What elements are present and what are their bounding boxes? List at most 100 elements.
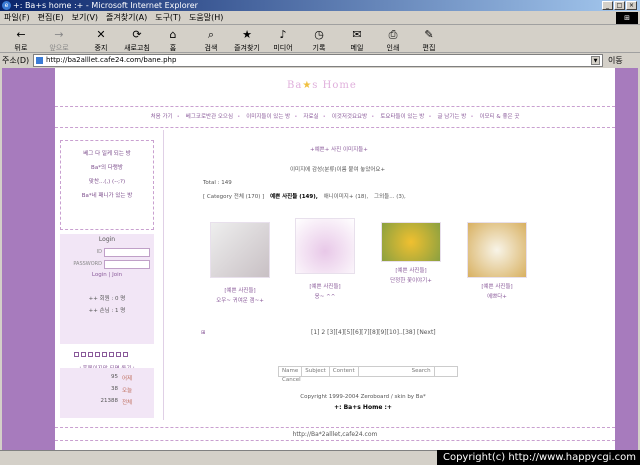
thumb-title[interactable]: 단정한 꽃이야기+ <box>376 276 446 284</box>
search-name-option[interactable]: Name <box>279 367 303 376</box>
address-bar: 주소(D) http://ba2alllet.cafe24.com/bane.p… <box>0 53 640 68</box>
history-button[interactable]: ◷ 기록 <box>302 26 336 53</box>
page-icon <box>36 57 43 64</box>
category-bar: [ Category 전체 (170) ] 예쁜 사진들 (149), 애니이미… <box>203 192 553 201</box>
star-icon: ★ <box>302 80 313 91</box>
thumb-tag[interactable]: [예쁜 사진들] <box>205 286 275 294</box>
category-etc[interactable]: 그외들... (3), <box>374 192 406 200</box>
menu-tools[interactable]: 도구(T) <box>151 11 185 25</box>
menu-view[interactable]: 보기(V) <box>68 11 102 25</box>
count-today: 38 <box>111 386 118 392</box>
pagination[interactable]: [1] 2 [3][4][5][6][7][8][9][10]..[38] [N… <box>311 329 436 336</box>
category-all[interactable]: [ Category 전체 (170) ] <box>203 192 264 200</box>
favorites-button[interactable]: ★ 즐겨찾기 <box>230 26 264 53</box>
media-button[interactable]: ♪ 미디어 <box>266 26 300 53</box>
toolbar: ← 뒤로 → 앞으로 ✕ 중지 ⟳ 새로고침 ⌂ 홈 ⌕ 검색 ★ 즐겨찾기 ♪ 미디어 ◷ 기록… <box>0 26 640 53</box>
category-anime[interactable]: 애니이미지+ (18), <box>324 192 369 200</box>
square-icon[interactable] <box>102 352 107 357</box>
thumb-title[interactable]: 에쁘다+ <box>462 292 532 300</box>
list-icon[interactable]: ⊞ <box>201 330 206 336</box>
side-link[interactable]: Ba*의 다랭방 <box>61 161 153 175</box>
side-link[interactable]: 베그 다 일케 되는 방 <box>61 147 153 161</box>
nav-item[interactable]: 처음 가기 <box>149 107 175 127</box>
thumbnail-image[interactable] <box>295 218 355 274</box>
square-icon[interactable] <box>109 352 114 357</box>
address-input[interactable]: http://ba2alllet.cafe24.com/bane.php ▼ <box>33 54 603 67</box>
stop-button[interactable]: ✕ 중지 <box>84 26 118 53</box>
back-arrow-icon: ← <box>16 28 26 41</box>
board-subtitle: 이미지에 감성(분류)이름 붙여 놓았어요+ <box>290 167 386 173</box>
address-url: http://ba2alllet.cafe24.com/bane.php <box>46 56 177 64</box>
side-menu: 베그 다 일케 되는 방 Ba*의 다랭방 맞찬...(,) (--;?) Ba… <box>60 140 154 230</box>
search-icon: ⌕ <box>207 28 215 41</box>
menu-help[interactable]: 도움말(H) <box>185 11 227 25</box>
menu-file[interactable]: 파일(F) <box>0 11 34 25</box>
nav-item[interactable]: 이모티 & 좋은 곳 <box>477 107 521 127</box>
thumbnail-image[interactable] <box>467 222 527 278</box>
site-nav: 처음 가기 • 베그코로반관 오으심 • 이미지들이 있는 방 • 자료실 • 이것저것… <box>55 106 615 128</box>
watermark: Copyright(c) http://www.happycgi.com <box>436 450 640 465</box>
nav-item[interactable]: 토요타들이 있는 방 <box>378 107 426 127</box>
square-icon[interactable] <box>74 352 79 357</box>
cancel-button[interactable]: Cancel <box>279 376 304 385</box>
print-icon: ⎙ <box>388 28 398 41</box>
nav-item[interactable]: 베그코로반관 오으심 <box>184 107 235 127</box>
home-button[interactable]: ⌂ 홈 <box>156 26 190 53</box>
count-total: 21388 <box>100 398 119 404</box>
edit-button[interactable]: ✎ 편집 <box>412 26 446 53</box>
count-yesterday: 95 <box>111 374 118 380</box>
square-icon[interactable] <box>123 352 128 357</box>
stop-icon: ✕ <box>96 28 106 41</box>
search-content-option[interactable]: Content <box>330 367 359 376</box>
maximize-button[interactable]: □ <box>614 1 625 10</box>
search-button[interactable]: ⌕ 검색 <box>194 26 228 53</box>
side-link[interactable]: 맞찬...(,) (--;?) <box>61 175 153 189</box>
member-count: ++ 회원 : 0 명 <box>88 296 126 302</box>
visitor-counter: 95 어제 38 오늘 21388 전체 <box>60 368 154 418</box>
left-sidebar: 베그 다 일케 되는 방 Ba*의 다랭방 맞찬...(,) (--;?) Ba… <box>60 130 154 418</box>
side-link[interactable]: Ba*네 패니가 있는 방 <box>61 189 153 203</box>
thumb-title[interactable]: 오우~ 귀여운 갬~+ <box>205 296 275 304</box>
thumbnail-image[interactable] <box>381 222 441 262</box>
nav-item[interactable]: 이미지들이 있는 방 <box>244 107 292 127</box>
thumbnail-image[interactable] <box>210 222 270 278</box>
thumb-tag[interactable]: [예쁜 사진들] <box>376 266 446 274</box>
nav-item[interactable]: 이것저것요요방 <box>330 107 369 127</box>
search-button[interactable]: Search <box>409 367 435 376</box>
windows-logo-icon: ⊞ <box>616 12 638 24</box>
go-button[interactable]: 이동 <box>608 55 623 66</box>
thumb-tag[interactable]: [예쁜 사진들] <box>290 282 360 290</box>
browser-viewport: Ba★s Home 처음 가기 • 베그코로반관 오으심 • 이미지들이 있는 방 •… <box>2 68 638 450</box>
nav-item[interactable]: 글 남기는 방 <box>436 107 469 127</box>
square-icon[interactable] <box>88 352 93 357</box>
category-pretty[interactable]: 예쁜 사진들 (149), <box>270 192 318 200</box>
thumb-title[interactable]: 응~ ^^ <box>290 292 360 300</box>
login-join-links[interactable]: Login | Join <box>60 272 154 278</box>
chevron-down-icon[interactable]: ▼ <box>591 56 600 65</box>
search-subject-option[interactable]: Subject <box>302 367 330 376</box>
refresh-button[interactable]: ⟳ 새로고침 <box>120 26 154 53</box>
square-icon[interactable] <box>116 352 121 357</box>
square-icon[interactable] <box>95 352 100 357</box>
site-logo[interactable]: Ba★s Home <box>287 80 357 91</box>
square-icon[interactable] <box>81 352 86 357</box>
site-footer[interactable]: http://Ba*2alllet,cafe24.com <box>55 427 615 441</box>
back-button[interactable]: ← 뒤로 <box>4 26 38 53</box>
menu-favorites[interactable]: 즐겨찾기(A) <box>102 11 151 25</box>
thumb-tag[interactable]: [예쁜 사진들] <box>462 282 532 290</box>
password-input[interactable] <box>104 260 150 269</box>
print-button[interactable]: ⎙ 인쇄 <box>376 26 410 53</box>
history-icon: ◷ <box>314 28 324 41</box>
menu-bar: 파일(F) 편집(E) 보기(V) 즐겨찾기(A) 도구(T) 도움말(H) ⊞ <box>0 11 640 25</box>
nav-item[interactable]: 자료실 <box>301 107 320 127</box>
edit-icon: ✎ <box>424 28 434 41</box>
ie-logo-icon: e <box>2 1 11 10</box>
minimize-button[interactable]: _ <box>602 1 613 10</box>
close-button[interactable]: × <box>626 1 637 10</box>
mail-icon: ✉ <box>352 28 362 41</box>
menu-edit[interactable]: 편집(E) <box>34 11 68 25</box>
forward-button[interactable]: → 앞으로 <box>42 26 76 53</box>
web-page: Ba★s Home 처음 가기 • 베그코로반관 오으심 • 이미지들이 있는 방 •… <box>55 68 615 450</box>
id-input[interactable] <box>104 248 150 257</box>
mail-button[interactable]: ✉ 메일 <box>340 26 374 53</box>
